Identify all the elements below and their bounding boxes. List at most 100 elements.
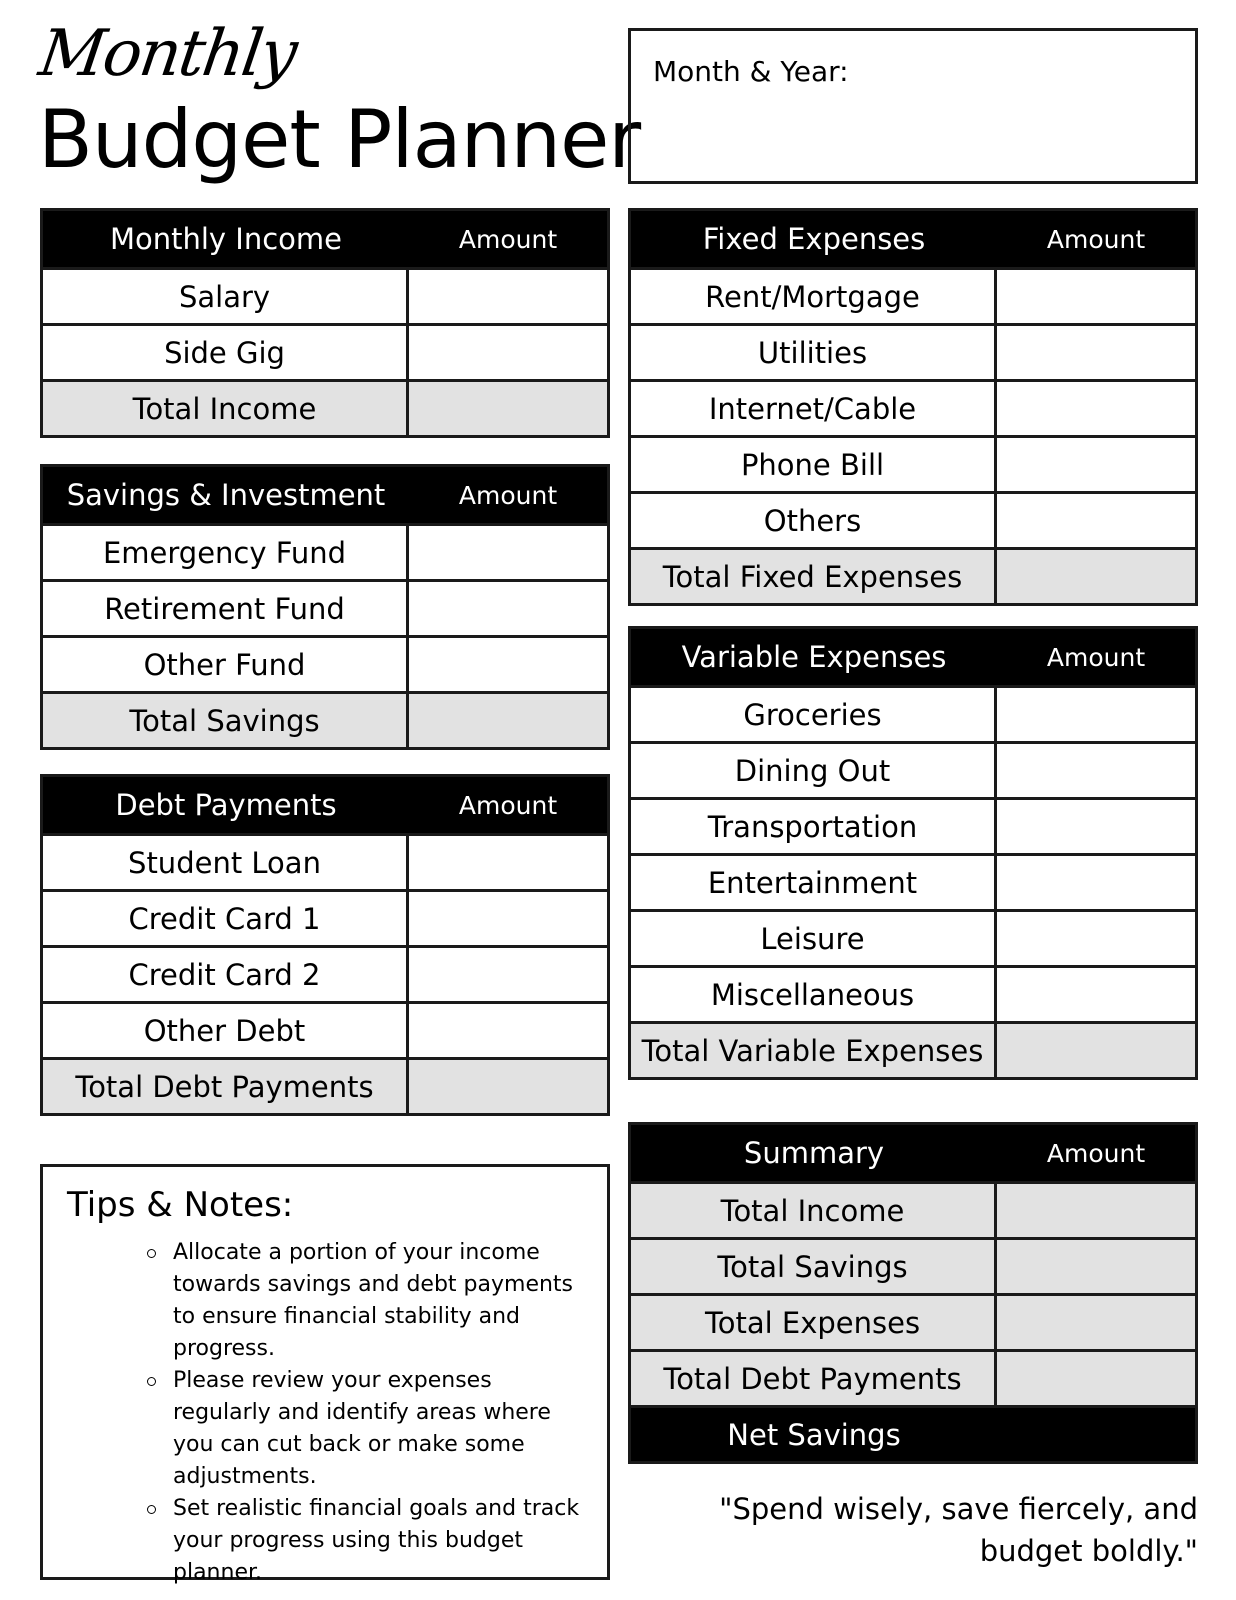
row-label: Other Debt	[43, 1004, 409, 1057]
table-row: Credit Card 1	[43, 889, 607, 945]
row-label: Total Savings	[631, 1240, 997, 1293]
row-label: Side Gig	[43, 326, 409, 379]
amount-cell[interactable]	[409, 382, 607, 435]
amount-cell[interactable]	[997, 688, 1195, 741]
amount-cell[interactable]	[997, 326, 1195, 379]
amount-cell[interactable]	[997, 800, 1195, 853]
table-row: Utilities	[631, 323, 1195, 379]
amount-cell[interactable]	[409, 270, 607, 323]
net-savings-row: Net Savings	[631, 1405, 1195, 1461]
table-row: Total Income	[631, 1181, 1195, 1237]
total-row: Total Fixed Expenses	[631, 547, 1195, 603]
amount-cell[interactable]	[409, 1004, 607, 1057]
row-label: Net Savings	[727, 1417, 901, 1452]
amount-cell[interactable]	[997, 856, 1195, 909]
row-label: Salary	[43, 270, 409, 323]
table-header: Savings & Investment Amount	[43, 467, 607, 523]
total-row: Total Savings	[43, 691, 607, 747]
table-header: Fixed Expenses Amount	[631, 211, 1195, 267]
row-label: Others	[631, 494, 997, 547]
amount-cell[interactable]	[997, 438, 1195, 491]
table-row: Dining Out	[631, 741, 1195, 797]
table-header: Debt Payments Amount	[43, 777, 607, 833]
table-row: Phone Bill	[631, 435, 1195, 491]
list-item: Please review your expenses regularly an…	[147, 1365, 583, 1493]
table-row: Total Debt Payments	[631, 1349, 1195, 1405]
total-row: Total Income	[43, 379, 607, 435]
amount-cell[interactable]	[997, 550, 1195, 603]
amount-cell[interactable]	[997, 382, 1195, 435]
list-item: Set realistic financial goals and track …	[147, 1493, 583, 1589]
table-title: Monthly Income	[109, 222, 343, 256]
amount-cell[interactable]	[997, 494, 1195, 547]
tips-title: Tips & Notes:	[67, 1185, 294, 1225]
row-label: Total Income	[43, 382, 409, 435]
amount-header: Amount	[458, 224, 558, 254]
debt-table: Debt Payments Amount Student Loan Credit…	[40, 774, 610, 1116]
table-row: Side Gig	[43, 323, 607, 379]
row-label: Retirement Fund	[43, 582, 409, 635]
amount-cell[interactable]	[997, 1184, 1195, 1237]
amount-cell[interactable]	[997, 968, 1195, 1021]
amount-cell[interactable]	[409, 948, 607, 1001]
table-row: Groceries	[631, 685, 1195, 741]
table-row: Others	[631, 491, 1195, 547]
amount-cell[interactable]	[997, 744, 1195, 797]
amount-cell[interactable]	[409, 694, 607, 747]
row-label: Total Debt Payments	[43, 1060, 409, 1113]
table-header: Variable Expenses Amount	[631, 629, 1195, 685]
row-label: Miscellaneous	[631, 968, 997, 1021]
table-row: Internet/Cable	[631, 379, 1195, 435]
amount-cell[interactable]	[997, 912, 1195, 965]
row-label: Total Income	[631, 1184, 997, 1237]
table-row: Rent/Mortgage	[631, 267, 1195, 323]
amount-header: Amount	[1046, 224, 1146, 254]
row-label: Utilities	[631, 326, 997, 379]
total-row: Total Variable Expenses	[631, 1021, 1195, 1077]
row-label: Credit Card 1	[43, 892, 409, 945]
amount-cell[interactable]	[409, 836, 607, 889]
row-label: Phone Bill	[631, 438, 997, 491]
row-label: Other Fund	[43, 638, 409, 691]
amount-cell[interactable]	[997, 270, 1195, 323]
table-title: Fixed Expenses	[702, 222, 926, 256]
net-savings-amount[interactable]	[997, 1408, 1195, 1461]
amount-cell[interactable]	[409, 526, 607, 579]
amount-cell[interactable]	[997, 1240, 1195, 1293]
table-row: Emergency Fund	[43, 523, 607, 579]
table-row: Leisure	[631, 909, 1195, 965]
row-label: Total Savings	[43, 694, 409, 747]
row-label: Internet/Cable	[631, 382, 997, 435]
row-label: Groceries	[631, 688, 997, 741]
savings-table: Savings & Investment Amount Emergency Fu…	[40, 464, 610, 750]
table-header: Summary Amount	[631, 1125, 1195, 1181]
amount-cell[interactable]	[409, 892, 607, 945]
amount-cell[interactable]	[409, 638, 607, 691]
row-label: Total Debt Payments	[631, 1352, 997, 1405]
amount-cell[interactable]	[409, 582, 607, 635]
income-table: Monthly Income Amount Salary Side Gig To…	[40, 208, 610, 438]
amount-cell[interactable]	[997, 1296, 1195, 1349]
amount-header: Amount	[458, 790, 558, 820]
page-title: Budget Planner	[38, 93, 641, 186]
amount-cell[interactable]	[409, 326, 607, 379]
table-row: Other Fund	[43, 635, 607, 691]
table-row: Miscellaneous	[631, 965, 1195, 1021]
amount-cell[interactable]	[997, 1024, 1195, 1077]
amount-cell[interactable]	[409, 1060, 607, 1113]
table-row: Retirement Fund	[43, 579, 607, 635]
table-title: Variable Expenses	[681, 640, 947, 674]
table-row: Salary	[43, 267, 607, 323]
amount-header: Amount	[1046, 1138, 1146, 1168]
tips-notes-box: Tips & Notes: Allocate a portion of your…	[40, 1164, 610, 1585]
row-label: Total Expenses	[631, 1296, 997, 1349]
table-row: Other Debt	[43, 1001, 607, 1057]
row-label: Dining Out	[631, 744, 997, 797]
fixed-expenses-table: Fixed Expenses Amount Rent/Mortgage Util…	[628, 208, 1198, 606]
row-label: Total Variable Expenses	[631, 1024, 997, 1077]
row-label: Transportation	[631, 800, 997, 853]
row-label: Credit Card 2	[43, 948, 409, 1001]
amount-cell[interactable]	[997, 1352, 1195, 1405]
month-year-field[interactable]: Month & Year:	[628, 28, 1198, 184]
script-title: Monthly	[34, 17, 301, 91]
